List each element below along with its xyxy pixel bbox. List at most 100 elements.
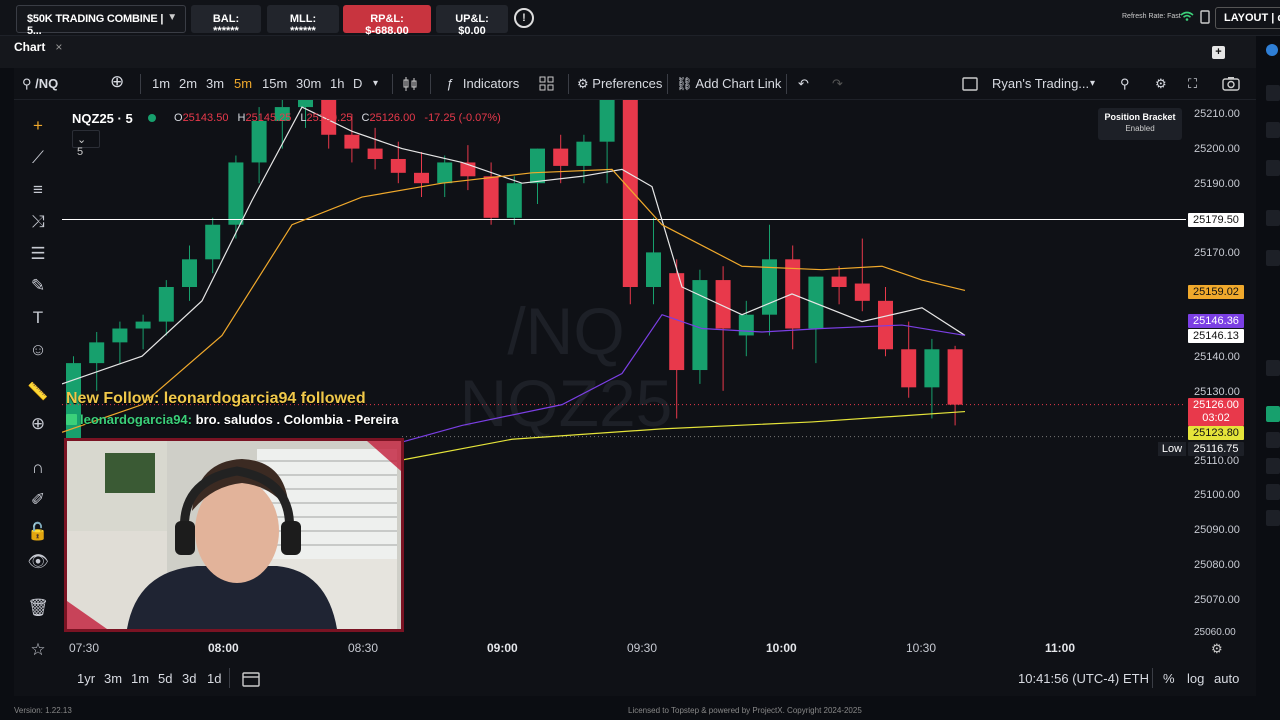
range-1yr[interactable]: 1yr [77,671,95,686]
horizontal-lines-icon[interactable]: ≡ [26,178,50,202]
symbol-label: /NQ [35,76,59,91]
indicator-collapse-badge[interactable]: ⌄ 5 [72,130,100,158]
timeframe-5m[interactable]: 5m [234,76,252,91]
fullscreen-icon[interactable]: ⛶ [1188,76,1197,92]
gear-icon[interactable]: ⚙ [1155,76,1167,92]
grid-layout-icon[interactable] [539,76,554,94]
timeframe-1h[interactable]: 1h [330,76,344,91]
order-panel-field[interactable] [1266,210,1280,226]
magnet-icon[interactable]: ∩ [26,456,50,480]
session-toggle[interactable]: ETH [1123,671,1149,686]
zoom-in-icon[interactable]: ⊕ [26,412,50,436]
buy-button[interactable] [1266,406,1280,422]
candle [251,120,267,163]
star-icon[interactable]: ☆ [26,638,50,662]
order-panel-field[interactable] [1266,360,1280,376]
order-panel-button[interactable] [1266,510,1280,526]
preferences-button[interactable]: ⚙ Preferences [577,76,662,92]
price-label: 25100.00 [1194,489,1240,501]
order-panel-field[interactable] [1266,122,1280,138]
indicators-button[interactable]: ƒ Indicators [446,76,519,91]
unrealized-pnl-badge[interactable]: UP&L: $0.00 [436,5,508,37]
chart-symbol[interactable]: NQZ25 · 5 [72,111,133,126]
pattern-icon[interactable]: ⤨ [26,210,50,234]
price-label: 25190.00 [1194,178,1240,190]
lock-drawing-icon[interactable]: ✐ [26,488,50,512]
order-panel-button[interactable] [1266,458,1280,474]
range-3m[interactable]: 3m [104,671,122,686]
order-panel-field[interactable] [1266,160,1280,176]
range-3d[interactable]: 3d [182,671,196,686]
timeframe-2m[interactable]: 2m [179,76,197,91]
price-label: 25080.00 [1194,559,1240,571]
template-checkbox[interactable] [962,76,978,95]
percent-toggle[interactable]: % [1163,671,1175,686]
close-icon[interactable]: × [55,40,62,54]
auto-toggle[interactable]: auto [1214,671,1239,686]
realized-pnl-badge[interactable]: RP&L: $-688.00 [343,5,431,37]
timeframe-30m[interactable]: 30m [296,76,321,91]
redo-icon[interactable]: ↷ [832,76,843,92]
trendline-icon[interactable]: ⟋ [26,146,50,170]
mll-badge[interactable]: MLL: ****** [267,5,339,37]
undo-icon[interactable]: ↶ [798,76,809,92]
timeframe-d[interactable]: D [353,76,362,91]
symbol-search[interactable]: ⚲ /NQ [22,76,58,92]
order-panel-button[interactable] [1266,432,1280,448]
calendar-icon[interactable] [242,671,260,690]
timeframe-1m[interactable]: 1m [152,76,170,91]
tab-chart[interactable]: Chart × [14,40,62,54]
ruler-icon[interactable]: 📏 [26,380,50,404]
template-select[interactable]: Ryan's Trading... [992,76,1089,91]
fib-icon[interactable]: ☰ [26,242,50,266]
function-icon: ƒ [446,76,454,91]
chevron-down-icon[interactable]: ▾ [1090,78,1095,89]
log-toggle[interactable]: log [1187,671,1204,686]
add-symbol-icon[interactable]: ⊕ [110,72,124,92]
chevron-down-icon[interactable]: ▾ [373,78,378,89]
order-panel-field[interactable] [1266,250,1280,266]
layout-select[interactable]: LAYOUT | de [1215,7,1280,29]
settings-icon[interactable] [1199,10,1211,24]
zoom-search-icon[interactable]: ⚲ [1120,76,1130,92]
trash-icon[interactable]: 🗑 [26,596,50,620]
time-label: 09:00 [487,641,518,655]
crosshair-icon[interactable]: + [26,114,50,138]
tab-chart-label: Chart [14,40,46,54]
timeframe-3m[interactable]: 3m [206,76,224,91]
panel-indicator-icon[interactable] [1266,44,1278,56]
lock-icon[interactable]: 🔓 [26,520,50,544]
candle [182,259,197,287]
eye-icon[interactable]: 👁 [26,550,50,574]
add-chart-link-button[interactable]: ⛓ Add Chart Link [676,76,781,92]
order-panel-field[interactable] [1266,85,1280,101]
order-panel-button[interactable] [1266,484,1280,500]
balance-badge[interactable]: BAL: ****** [191,5,261,37]
range-1m[interactable]: 1m [131,671,149,686]
price-label: 25060.00 [1194,627,1236,638]
text-icon[interactable]: T [26,306,50,330]
divider [229,668,230,688]
camera-icon[interactable] [1222,76,1240,94]
brush-icon[interactable]: ✎ [26,274,50,298]
position-bracket-status: Enabled [1125,124,1155,133]
candle [831,276,847,287]
axis-settings-icon[interactable]: ⚙ [1211,641,1223,657]
clock-display[interactable]: 10:41:56 (UTC-4) [1018,671,1119,686]
add-panel-icon[interactable]: + [1212,46,1225,59]
price-label: 25070.00 [1194,594,1240,606]
range-1d[interactable]: 1d [207,671,221,686]
ohlc-readout: O25143.50 H25145.25 L25120.25 C25126.00 … [174,112,507,124]
timeframe-15m[interactable]: 15m [262,76,287,91]
account-select[interactable]: $50K TRADING COMBINE | 5... ▼ [16,5,186,37]
refresh-rate-label: Refresh Rate: Fast [1122,13,1181,20]
emoji-icon[interactable]: ☺ [26,338,50,362]
candle [367,148,383,159]
position-bracket-badge[interactable]: Position Bracket Enabled [1098,108,1182,140]
divider [140,74,141,94]
range-5d[interactable]: 5d [158,671,172,686]
candle [483,176,499,218]
candle [947,349,963,405]
info-icon[interactable]: ! [514,8,534,28]
candlestick-type-icon[interactable] [402,76,418,95]
